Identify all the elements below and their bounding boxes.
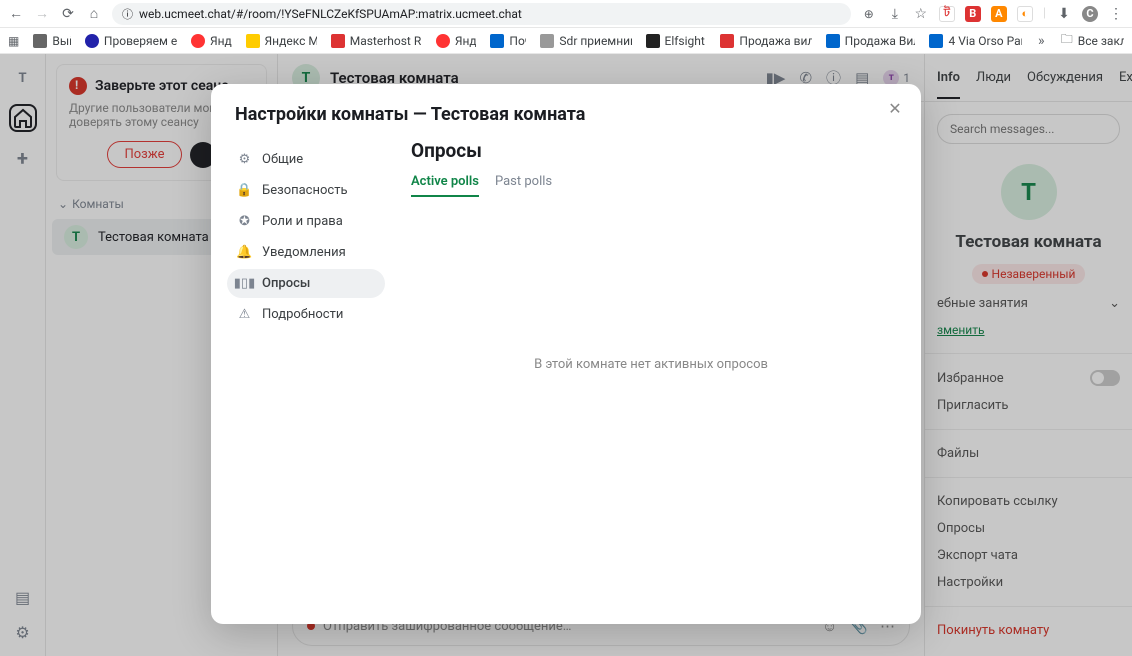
forward-icon[interactable]: → [34, 6, 50, 22]
reload-icon[interactable]: ⟳ [60, 6, 76, 22]
polls-tabs: Active polls Past polls [411, 174, 891, 197]
badge-icon: ✪ [237, 214, 252, 229]
all-bookmarks[interactable]: 🗀Все закладки [1061, 30, 1124, 51]
ext-icon-2[interactable]: B [965, 6, 981, 22]
content-title: Опросы [411, 139, 891, 162]
downloads-icon[interactable]: ⬇ [1056, 6, 1072, 22]
poll-icon: ▮▯▮ [237, 276, 252, 291]
gear-icon: ⚙ [237, 152, 252, 167]
bookmark-item[interactable]: Выйти [33, 34, 71, 48]
tab-active-polls[interactable]: Active polls [411, 174, 479, 197]
empty-state-text: В этой комнате нет активных опросов [411, 357, 891, 372]
bookmark-item[interactable]: Яндекс [436, 34, 477, 48]
bookmark-item[interactable]: Продажа виллы на… [720, 34, 811, 48]
warning-icon: ⚠ [237, 307, 252, 322]
back-icon[interactable]: ← [8, 6, 24, 22]
bookmark-item[interactable]: 4 Via Orso Partecipa… [929, 34, 1021, 48]
bookmark-item[interactable]: Elfsight Apps [646, 34, 707, 48]
bookmark-item[interactable]: Проверяем есть ли… [85, 34, 177, 48]
url-bar[interactable]: ⓘ web.ucmeet.chat/#/room/!YSeFNLCZeKfSPU… [112, 3, 851, 25]
browser-toolbar: ← → ⟳ ⌂ ⓘ web.ucmeet.chat/#/room/!YSeFNL… [0, 0, 1132, 28]
bookmark-item[interactable]: Masterhost RU · Вход [331, 34, 422, 48]
nav-security[interactable]: 🔒Безопасность [227, 176, 385, 205]
bookmark-item[interactable]: Почта [490, 34, 526, 48]
site-info-icon[interactable]: ⓘ [122, 6, 133, 22]
password-icon[interactable]: ⊕ [861, 6, 877, 22]
bookmark-item[interactable]: Яндекс Маркет [246, 34, 317, 48]
bookmark-item[interactable]: Яндекс [191, 34, 232, 48]
nav-roles[interactable]: ✪Роли и права [227, 207, 385, 236]
ext-icon-3[interactable]: A [991, 6, 1007, 22]
home-icon[interactable]: ⌂ [86, 6, 102, 22]
bookmark-item[interactable]: Sdr приемник онла… [540, 34, 631, 48]
star-icon[interactable]: ☆ [913, 6, 929, 22]
bookmark-overflow[interactable]: » [1036, 33, 1047, 49]
nav-notifications[interactable]: 🔔Уведомления [227, 238, 385, 267]
nav-advanced[interactable]: ⚠Подробности [227, 300, 385, 329]
bell-icon: 🔔 [237, 245, 252, 260]
modal-scrim[interactable]: ✕ Настройки комнаты — Тестовая комната ⚙… [0, 54, 1132, 656]
nav-polls[interactable]: ▮▯▮Опросы [227, 269, 385, 298]
install-icon[interactable]: ⤓ [887, 6, 903, 22]
menu-icon[interactable]: ⋮ [1108, 6, 1124, 22]
modal-content: Опросы Active polls Past polls В этой ко… [391, 139, 911, 604]
tab-past-polls[interactable]: Past polls [495, 174, 552, 197]
ext-icon-4[interactable]: ◐ [1017, 6, 1033, 22]
bookmarks-bar: ▦ Выйти Проверяем есть ли… Яндекс Яндекс… [0, 28, 1132, 54]
apps-icon[interactable]: ▦ [8, 33, 19, 49]
nav-general[interactable]: ⚙Общие [227, 145, 385, 174]
profile-avatar[interactable]: C [1082, 6, 1098, 22]
modal-nav: ⚙Общие 🔒Безопасность ✪Роли и права 🔔Увед… [221, 139, 391, 604]
lock-icon: 🔒 [237, 183, 252, 198]
ext-icon-1[interactable]: ট [939, 6, 955, 22]
modal-title: Настройки комнаты — Тестовая комната [211, 84, 921, 135]
room-settings-modal: ✕ Настройки комнаты — Тестовая комната ⚙… [211, 84, 921, 624]
url-text: web.ucmeet.chat/#/room/!YSeFNLCZeKfSPUAm… [139, 7, 522, 21]
folder-icon: 🗀 [1061, 30, 1073, 51]
close-icon[interactable]: ✕ [883, 96, 907, 120]
bookmark-item[interactable]: Продажа Вилла на… [826, 34, 916, 48]
